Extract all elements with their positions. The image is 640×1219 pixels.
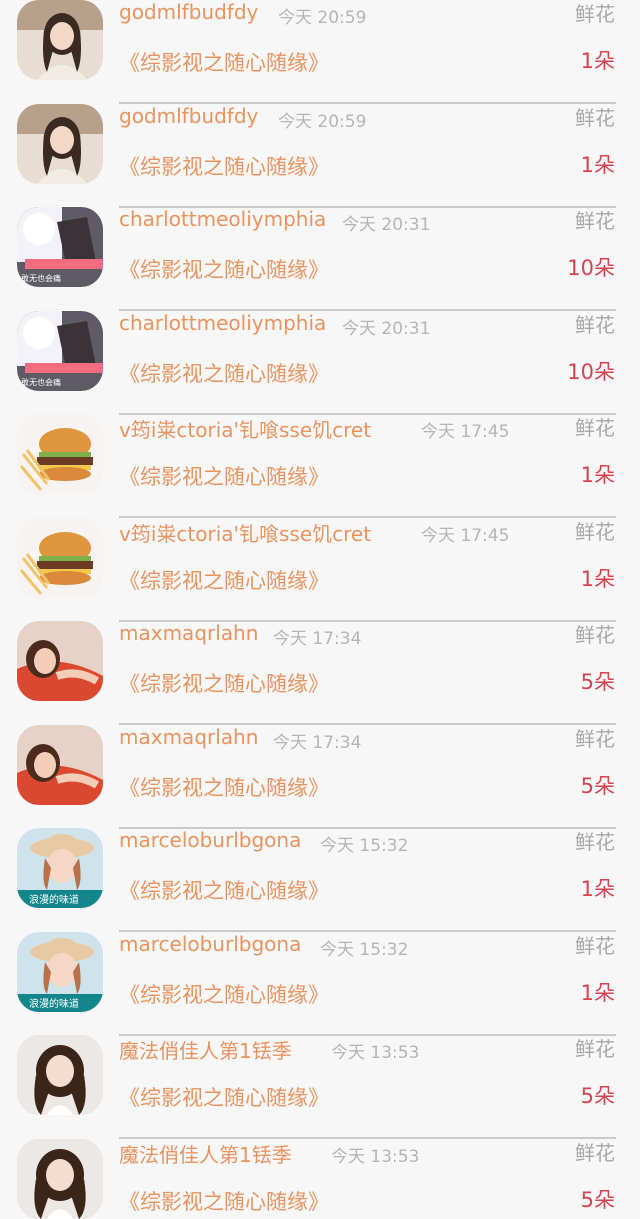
list-item[interactable]: maxmaqrlahn 今天 17:34 鲜花 《综影视之随心随缘》 5朵 bbox=[0, 688, 640, 829]
username[interactable]: v筠i粜ctoria'钆喰sse饥cret bbox=[119, 414, 371, 443]
gift-type: 鲜花 bbox=[575, 933, 615, 958]
username[interactable]: 魔法俏佳人第1铥季 bbox=[119, 1035, 292, 1064]
list-item[interactable]: 浪漫的味道 marceloburlbgona 今天 15:32 鲜花 《综影视之… bbox=[0, 895, 640, 1036]
list-item[interactable]: godmlfbudfdy 今天 20:59 鲜花 《综影视之随心随缘》 1朵 bbox=[0, 0, 640, 104]
gift-record-list: godmlfbudfdy 今天 20:59 鲜花 《综影视之随心随缘》 1朵 g… bbox=[0, 0, 640, 1219]
timestamp: 今天 15:32 bbox=[320, 836, 409, 856]
gift-type: 鲜花 bbox=[575, 312, 615, 337]
username[interactable]: 魔法俏佳人第1铥季 bbox=[119, 1139, 292, 1168]
timestamp: 今天 20:31 bbox=[342, 215, 431, 235]
gift-type: 鲜花 bbox=[575, 830, 615, 854]
gift-type: 鲜花 bbox=[575, 2, 615, 26]
username[interactable]: marceloburlbgona bbox=[119, 828, 301, 852]
timestamp: 今天 13:53 bbox=[331, 1146, 420, 1167]
gift-type: 鲜花 bbox=[575, 623, 615, 647]
username[interactable]: marceloburlbgona bbox=[119, 932, 301, 956]
list-item[interactable]: v筠i粜ctoria'钆喰sse饥cret 今天 17:45 鲜花 《综影视之随… bbox=[0, 481, 640, 622]
username[interactable]: v筠i粜ctoria'钆喰sse饥cret bbox=[119, 518, 371, 547]
gift-type: 鲜花 bbox=[575, 416, 615, 440]
username[interactable]: godmlfbudfdy bbox=[119, 0, 258, 24]
list-item[interactable]: 敢无也会痛 charlottmeoliymphia 今天 20:31 鲜花 《综… bbox=[0, 170, 640, 311]
timestamp: 今天 15:32 bbox=[320, 939, 409, 960]
list-item[interactable]: 浪漫的味道 marceloburlbgona 今天 15:32 鲜花 《综影视之… bbox=[0, 791, 640, 932]
gift-type: 鲜花 bbox=[575, 1140, 615, 1165]
gift-type: 鲜花 bbox=[575, 519, 615, 544]
username[interactable]: charlottmeoliymphia bbox=[119, 311, 326, 335]
timestamp: 今天 20:31 bbox=[342, 318, 431, 339]
username[interactable]: charlottmeoliymphia bbox=[119, 207, 326, 231]
list-item[interactable]: maxmaqrlahn 今天 17:34 鲜花 《综影视之随心随缘》 5朵 bbox=[0, 584, 640, 725]
list-item[interactable]: 魔法俏佳人第1铥季 今天 13:53 鲜花 《综影视之随心随缘》 5朵 bbox=[0, 998, 640, 1139]
timestamp: 今天 17:45 bbox=[421, 422, 510, 442]
curly-girl-avatar-icon[interactable] bbox=[17, 1138, 103, 1219]
list-item[interactable]: 魔法俏佳人第1铥季 今天 13:53 鲜花 《综影视之随心随缘》 5朵 bbox=[0, 1102, 640, 1219]
gift-amount: 5朵 bbox=[580, 1187, 615, 1212]
timestamp: 今天 17:34 bbox=[273, 629, 362, 649]
username[interactable]: maxmaqrlahn bbox=[119, 725, 258, 749]
list-item[interactable]: v筠i粜ctoria'钆喰sse饥cret 今天 17:45 鲜花 《综影视之随… bbox=[0, 377, 640, 518]
timestamp: 今天 17:45 bbox=[421, 525, 510, 546]
gift-type: 鲜花 bbox=[575, 726, 615, 751]
gift-type: 鲜花 bbox=[575, 1037, 615, 1061]
list-item[interactable]: godmlfbudfdy 今天 20:59 鲜花 《综影视之随心随缘》 1朵 bbox=[0, 67, 640, 208]
gift-type: 鲜花 bbox=[575, 105, 615, 130]
username[interactable]: maxmaqrlahn bbox=[119, 621, 258, 645]
gift-type: 鲜花 bbox=[575, 209, 615, 233]
timestamp: 今天 17:34 bbox=[273, 732, 362, 753]
list-item[interactable]: 敢无也会痛 charlottmeoliymphia 今天 20:31 鲜花 《综… bbox=[0, 274, 640, 415]
work-title[interactable]: 《综影视之随心随缘》 bbox=[119, 1186, 329, 1216]
timestamp: 今天 20:59 bbox=[278, 8, 367, 28]
timestamp: 今天 13:53 bbox=[331, 1043, 420, 1063]
username[interactable]: godmlfbudfdy bbox=[119, 104, 258, 128]
timestamp: 今天 20:59 bbox=[278, 111, 367, 132]
